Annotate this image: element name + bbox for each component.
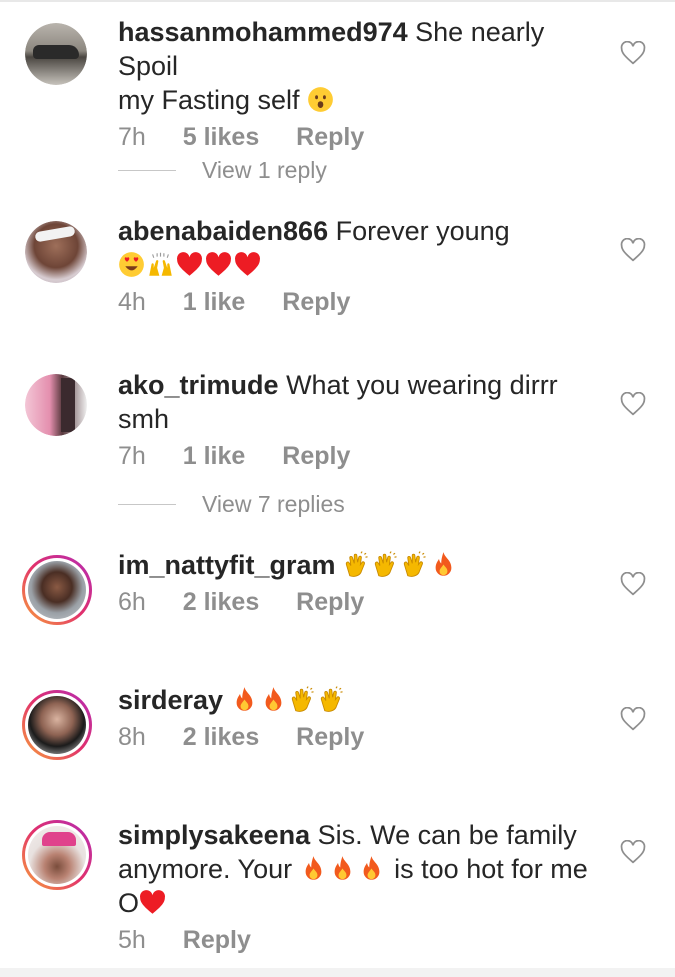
fire-emoji	[358, 855, 385, 882]
clapping-hands-emoji	[343, 551, 370, 578]
fire-emoji	[300, 855, 327, 882]
clapping-hands-emoji	[318, 686, 345, 713]
view-replies-line	[118, 503, 176, 505]
reply-button[interactable]: Reply	[296, 588, 364, 616]
comment-time: 7h	[118, 123, 146, 151]
fire-emoji	[231, 686, 258, 713]
view-replies-line	[118, 169, 176, 171]
clapping-hands-emoji	[372, 551, 399, 578]
reply-button[interactable]: Reply	[296, 723, 364, 751]
fire-emoji	[430, 551, 457, 578]
comment-username[interactable]: hassanmohammed974	[118, 17, 408, 47]
heart-icon[interactable]	[620, 840, 646, 864]
comment-time: 7h	[118, 442, 146, 470]
reply-button[interactable]: Reply	[183, 926, 251, 954]
heart-icon[interactable]	[620, 41, 646, 65]
avatar[interactable]	[22, 820, 92, 890]
reply-button[interactable]: Reply	[296, 123, 364, 151]
comment-text: anymore. Your	[118, 854, 293, 884]
clapping-hands-emoji	[289, 686, 316, 713]
red-heart-emoji	[176, 251, 203, 278]
view-replies-label[interactable]: View 7 replies	[202, 491, 345, 518]
view-replies-label[interactable]: View 1 reply	[202, 157, 327, 184]
heart-icon[interactable]	[620, 238, 646, 262]
fire-emoji	[329, 855, 356, 882]
comment-likes[interactable]: 2 likes	[183, 588, 259, 616]
comment-text: O	[118, 888, 140, 918]
heart-icon[interactable]	[620, 392, 646, 416]
comment-username[interactable]: abenabaiden866	[118, 216, 328, 246]
view-replies[interactable]: View 1 reply	[118, 155, 327, 185]
comment-text: Sis. We can be family	[317, 820, 577, 850]
comment-time: 4h	[118, 288, 146, 316]
top-divider	[0, 0, 675, 2]
reply-button[interactable]: Reply	[282, 288, 350, 316]
comment-username[interactable]: sirderay	[118, 685, 223, 715]
comment-time: 6h	[118, 588, 146, 616]
view-replies[interactable]: View 7 replies	[118, 489, 345, 519]
comment-likes[interactable]: 5 likes	[183, 123, 259, 151]
comment-likes[interactable]: 1 like	[183, 442, 246, 470]
comment-likes[interactable]: 1 like	[183, 288, 246, 316]
avatar[interactable]	[22, 555, 92, 625]
comment-username[interactable]: simplysakeena	[118, 820, 310, 850]
bottom-bar	[0, 968, 675, 977]
comment-text: is too hot for me	[394, 854, 588, 884]
comment-time: 5h	[118, 926, 146, 954]
avatar[interactable]	[22, 690, 92, 760]
comment-likes[interactable]: 2 likes	[183, 723, 259, 751]
comment-text: my Fasting self	[118, 85, 300, 115]
avatar[interactable]	[25, 23, 87, 85]
comment-username[interactable]: ako_trimude	[118, 370, 279, 400]
red-heart-emoji	[205, 251, 232, 278]
heart-icon[interactable]	[620, 572, 646, 596]
red-heart-emoji	[139, 889, 166, 916]
comment-text: Forever young	[335, 216, 510, 246]
avatar[interactable]	[25, 374, 87, 436]
reply-button[interactable]: Reply	[282, 442, 350, 470]
avatar[interactable]	[25, 221, 87, 283]
comment-time: 8h	[118, 723, 146, 751]
heart-icon[interactable]	[620, 707, 646, 731]
heart-eyes-emoji	[118, 251, 145, 278]
astonished-face-emoji	[307, 86, 334, 113]
fire-emoji	[260, 686, 287, 713]
raising-hands-emoji	[147, 251, 174, 278]
red-heart-emoji	[234, 251, 261, 278]
comment-username[interactable]: im_nattyfit_gram	[118, 550, 336, 580]
clapping-hands-emoji	[401, 551, 428, 578]
